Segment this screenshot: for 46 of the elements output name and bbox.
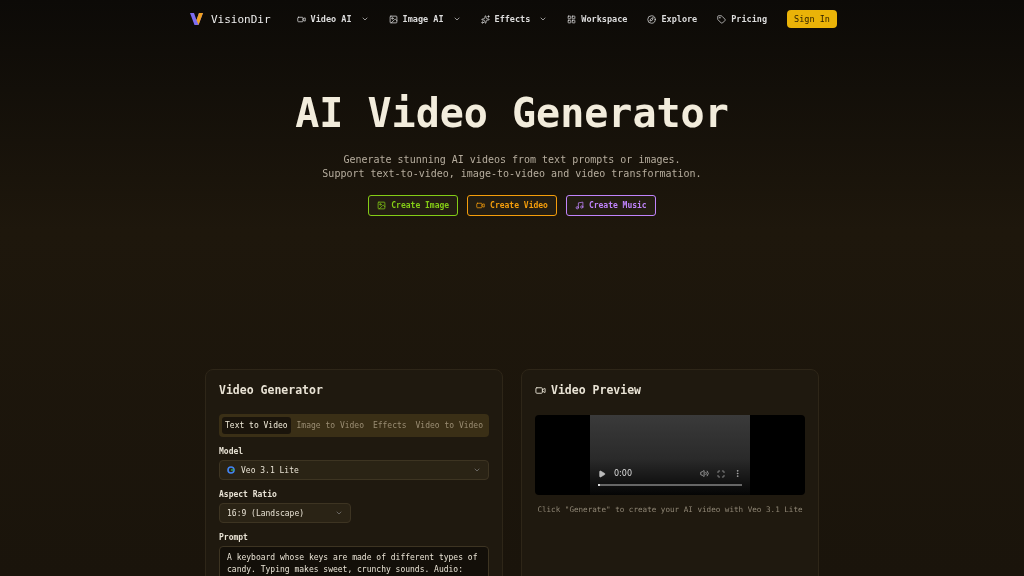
logo-icon <box>190 13 203 25</box>
fullscreen-icon[interactable] <box>717 469 725 478</box>
image-icon <box>377 201 387 210</box>
create-button[interactable]: Create Image <box>368 195 459 216</box>
tag-icon <box>717 14 727 24</box>
music-note-icon <box>574 201 584 210</box>
panel-title: Video Generator <box>219 383 324 397</box>
video-camera-icon <box>476 201 486 210</box>
grid-icon <box>567 14 577 24</box>
subtitle-line: Support text-to-video, image-to-video and video transformation. <box>322 168 702 179</box>
nav-link[interactable]: Effects <box>480 14 548 24</box>
model-select[interactable]: Veo 3.1 Lite <box>219 460 489 480</box>
mode-tab[interactable]: Video to Video <box>412 417 486 434</box>
brand-name[interactable]: VisionDir <box>211 12 271 26</box>
sign-in-button[interactable]: Sign In <box>787 10 837 28</box>
volume-icon[interactable] <box>700 469 709 478</box>
mode-tab[interactable]: Text to Video <box>222 417 291 434</box>
video-player[interactable]: 0:00 <box>535 415 805 495</box>
page-title: AI Video Generator <box>295 90 729 136</box>
field-label: Prompt <box>219 533 249 542</box>
panel-title: Video Preview <box>551 383 641 397</box>
create-button[interactable]: Create Video <box>467 195 557 216</box>
mode-tab[interactable]: Effects <box>369 417 410 434</box>
chevron-down-icon <box>473 466 481 474</box>
nav-link[interactable]: Image AI <box>388 14 461 24</box>
more-options-icon[interactable] <box>733 469 742 478</box>
video-camera-icon <box>296 14 306 24</box>
nav-link[interactable]: Workspace <box>567 14 628 24</box>
subtitle-line: Generate stunning AI videos from text prompts or images. <box>343 154 681 165</box>
create-button[interactable]: Create Music <box>565 195 656 216</box>
nav-link[interactable]: Video AI <box>296 14 369 24</box>
aspect-ratio-select[interactable]: 16:9 (Landscape) <box>219 503 351 523</box>
field-label: Aspect Ratio <box>219 490 278 499</box>
compass-icon <box>647 14 657 24</box>
play-icon[interactable] <box>598 469 606 478</box>
model-logo-icon <box>227 466 235 474</box>
field-label: Model <box>219 447 245 456</box>
mode-tab[interactable]: Image to Video <box>293 417 367 434</box>
sparkles-icon <box>480 14 490 24</box>
nav-link[interactable]: Explore <box>647 14 698 24</box>
video-camera-icon <box>535 384 546 396</box>
image-icon <box>388 14 398 24</box>
nav-link[interactable]: Pricing <box>717 14 768 24</box>
prompt-input[interactable]: A keyboard whose keys are made of different types of candy. Typing makes sweet, crunchy sounds. Audio: <box>219 546 489 576</box>
chevron-down-icon <box>335 509 343 517</box>
time-display: 0:00 <box>614 469 633 478</box>
